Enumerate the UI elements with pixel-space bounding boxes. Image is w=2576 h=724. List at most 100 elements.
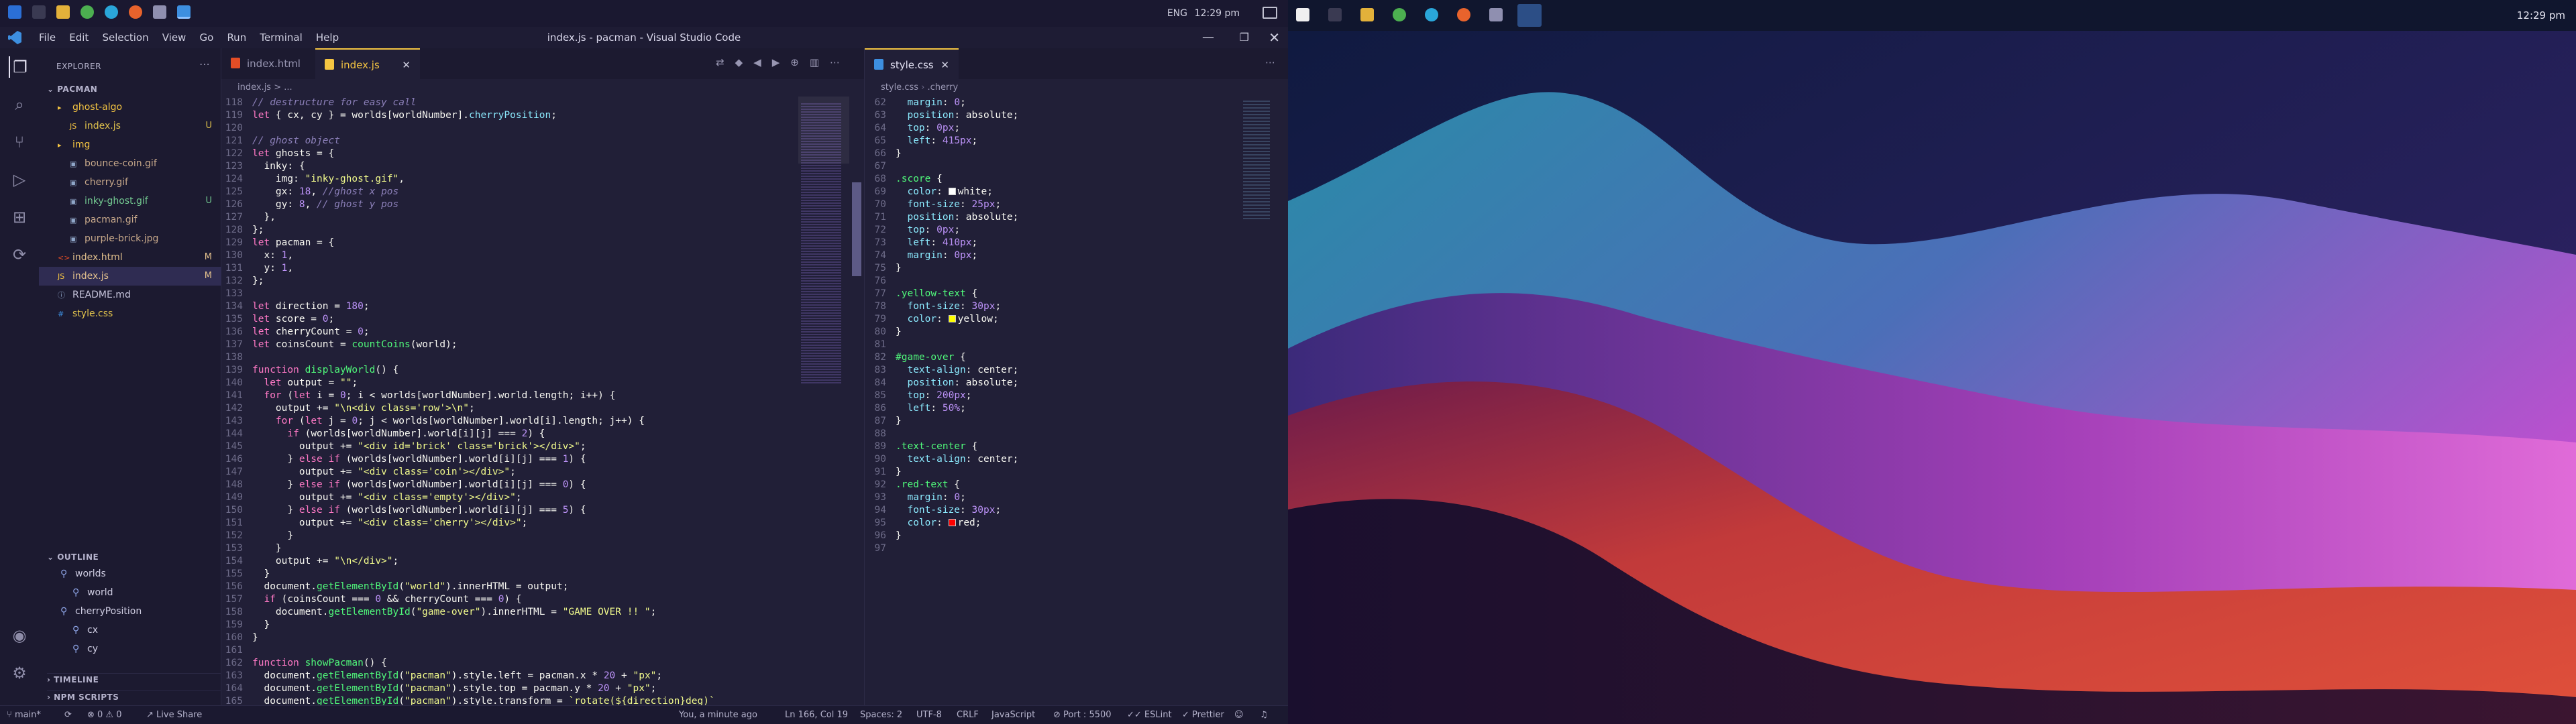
edge-icon[interactable] — [105, 5, 118, 19]
more-actions-icon[interactable]: ⋯ — [199, 58, 210, 70]
live-server-port[interactable]: ⊘ Port : 5500 — [1053, 706, 1112, 724]
menu-terminal[interactable]: Terminal — [254, 27, 307, 48]
project-root[interactable]: ⌄ PACMAN — [47, 84, 97, 94]
tree-item-label: purple-brick.jpg — [85, 233, 159, 244]
outline-item[interactable]: ⚲ worlds — [39, 564, 221, 583]
close-tab-icon[interactable]: ✕ — [402, 50, 411, 80]
menu-view[interactable]: View — [157, 27, 192, 48]
indentation[interactable]: Spaces: 2 — [860, 706, 902, 724]
notification-icon[interactable] — [1263, 7, 1277, 19]
taskbar-clock-right[interactable]: 12:29 pm — [2517, 9, 2565, 21]
tree-item[interactable]: ▣ pacman.gif — [39, 210, 221, 229]
vertical-scrollbar-left[interactable] — [852, 182, 861, 276]
outline-item[interactable]: ⚲ cx — [39, 621, 221, 640]
windows-start-icon[interactable] — [1296, 8, 1309, 21]
line-ending[interactable]: CRLF — [957, 706, 979, 724]
problems-indicator[interactable]: ⊗ 0 ⚠ 0 — [87, 706, 122, 724]
tree-item[interactable]: ⓘ README.md — [39, 286, 221, 304]
menu-run[interactable]: Run — [221, 27, 252, 48]
run-debug-icon[interactable]: ▷ — [9, 169, 30, 190]
app-icon[interactable] — [1489, 8, 1503, 21]
tree-item[interactable]: JS index.js M — [39, 267, 221, 286]
extensions-icon[interactable]: ⊞ — [9, 206, 30, 228]
menu-file[interactable]: File — [34, 27, 61, 48]
close-tab-icon[interactable]: ✕ — [941, 50, 949, 80]
notifications-bell-icon[interactable]: ♫ — [1260, 706, 1268, 724]
tree-item[interactable]: ▣ purple-brick.jpg — [39, 229, 221, 248]
more-actions-right-icon[interactable]: ⋯ — [1265, 56, 1275, 68]
chrome-icon[interactable] — [80, 5, 94, 19]
encoding[interactable]: UTF-8 — [916, 706, 942, 724]
tree-item[interactable]: ▣ inky-ghost.gif U — [39, 192, 221, 210]
settings-gear-icon[interactable]: ⚙ — [9, 662, 30, 684]
live-share-button[interactable]: ↗ Live Share — [146, 706, 202, 724]
minimap-left[interactable] — [798, 97, 852, 705]
timeline-section[interactable]: › TIMELINE — [47, 673, 221, 684]
tree-item[interactable]: <> index.html M — [39, 248, 221, 267]
menu-selection[interactable]: Selection — [97, 27, 154, 48]
color-swatch[interactable] — [948, 315, 956, 322]
tab-style-css[interactable]: style.css ✕ — [865, 48, 959, 79]
outline-item[interactable]: ⚲ cy — [39, 640, 221, 658]
tab-index-js[interactable]: index.js ✕ — [315, 48, 420, 79]
menu-go[interactable]: Go — [194, 27, 219, 48]
file-explorer-icon[interactable] — [1360, 8, 1374, 21]
task-view-icon[interactable] — [32, 5, 46, 19]
eslint-status[interactable]: ✓✓ ESLint — [1127, 706, 1172, 724]
language-indicator[interactable]: ENG — [1167, 8, 1187, 19]
tree-item[interactable]: ▣ cherry.gif — [39, 173, 221, 192]
line-number: 86 — [874, 403, 886, 414]
breadcrumb-left[interactable]: index.js > ... — [221, 79, 864, 97]
git-blame[interactable]: You, a minute ago — [679, 706, 757, 724]
prettier-status[interactable]: ✓ Prettier — [1182, 706, 1224, 724]
branch-indicator[interactable]: ⑂ main* — [7, 706, 41, 724]
tree-item[interactable]: # style.css — [39, 304, 221, 323]
feedback-icon[interactable]: ☺ — [1234, 706, 1244, 724]
language-mode[interactable]: JavaScript — [991, 706, 1035, 724]
outline-section[interactable]: ⌄ OUTLINE — [47, 552, 99, 562]
minimap-right[interactable] — [1240, 97, 1281, 365]
chrome-icon[interactable] — [1393, 8, 1406, 21]
tree-item[interactable]: ▣ bounce-coin.gif — [39, 154, 221, 173]
minimize-button[interactable]: — — [1202, 27, 1214, 48]
explorer-icon[interactable]: ❐ — [9, 56, 30, 78]
npm-scripts-section[interactable]: › NPM SCRIPTS — [47, 690, 221, 702]
cursor-position[interactable]: Ln 166, Col 19 — [785, 706, 848, 724]
source-control-icon[interactable]: ⑂ — [9, 131, 30, 153]
sync-icon[interactable]: ⟳ — [64, 706, 72, 724]
breadcrumb-selector[interactable]: .cherry — [927, 82, 958, 93]
code-area-left[interactable]: 118 // destructure for easy call 119 let { … — [221, 97, 798, 721]
tree-item[interactable]: JS index.js U — [39, 117, 221, 135]
minimap-slider[interactable] — [798, 97, 849, 164]
edge-icon[interactable] — [1425, 8, 1438, 21]
vscode-taskbar-icon[interactable] — [1517, 4, 1542, 27]
windows-start-icon[interactable] — [8, 5, 21, 19]
menu-edit[interactable]: Edit — [64, 27, 94, 48]
color-swatch[interactable] — [948, 188, 956, 195]
remote-explorer-icon[interactable]: ⟳ — [9, 244, 30, 265]
accounts-icon[interactable]: ◉ — [9, 625, 30, 646]
app-icon[interactable] — [153, 5, 166, 19]
vscode-taskbar-icon[interactable] — [177, 5, 191, 19]
outline-item-label: world — [87, 587, 113, 598]
close-window-button[interactable]: ✕ — [1269, 27, 1280, 48]
restore-button[interactable]: ❐ — [1240, 27, 1249, 48]
firefox-icon[interactable] — [129, 5, 142, 19]
code-area-right[interactable]: 62 margin: 0; 63 position: absolute; 64 to… — [865, 97, 1227, 555]
tree-item[interactable]: ▸ ghost-algo — [39, 98, 221, 117]
file-explorer-icon[interactable] — [56, 5, 70, 19]
menu-help[interactable]: Help — [311, 27, 344, 48]
tree-item[interactable]: ▸ img — [39, 135, 221, 154]
tab-index-html[interactable]: index.html — [221, 48, 315, 79]
editor-actions-left[interactable]: ⇄◆◀▶⊕▥⋯ — [716, 56, 851, 68]
tree-item-label: pacman.gif — [85, 215, 138, 225]
outline-item[interactable]: ⚲ world — [39, 583, 221, 602]
breadcrumb-right[interactable]: style.css › .cherry — [865, 79, 1289, 97]
search-icon[interactable]: ⌕ — [9, 94, 30, 115]
outline-item[interactable]: ⚲ cherryPosition — [39, 602, 221, 621]
breadcrumb-file[interactable]: style.css — [881, 82, 918, 93]
task-view-icon[interactable] — [1328, 8, 1342, 21]
taskbar-clock-left[interactable]: 12:29 pm — [1195, 8, 1240, 19]
firefox-icon[interactable] — [1457, 8, 1470, 21]
color-swatch[interactable] — [948, 519, 956, 526]
